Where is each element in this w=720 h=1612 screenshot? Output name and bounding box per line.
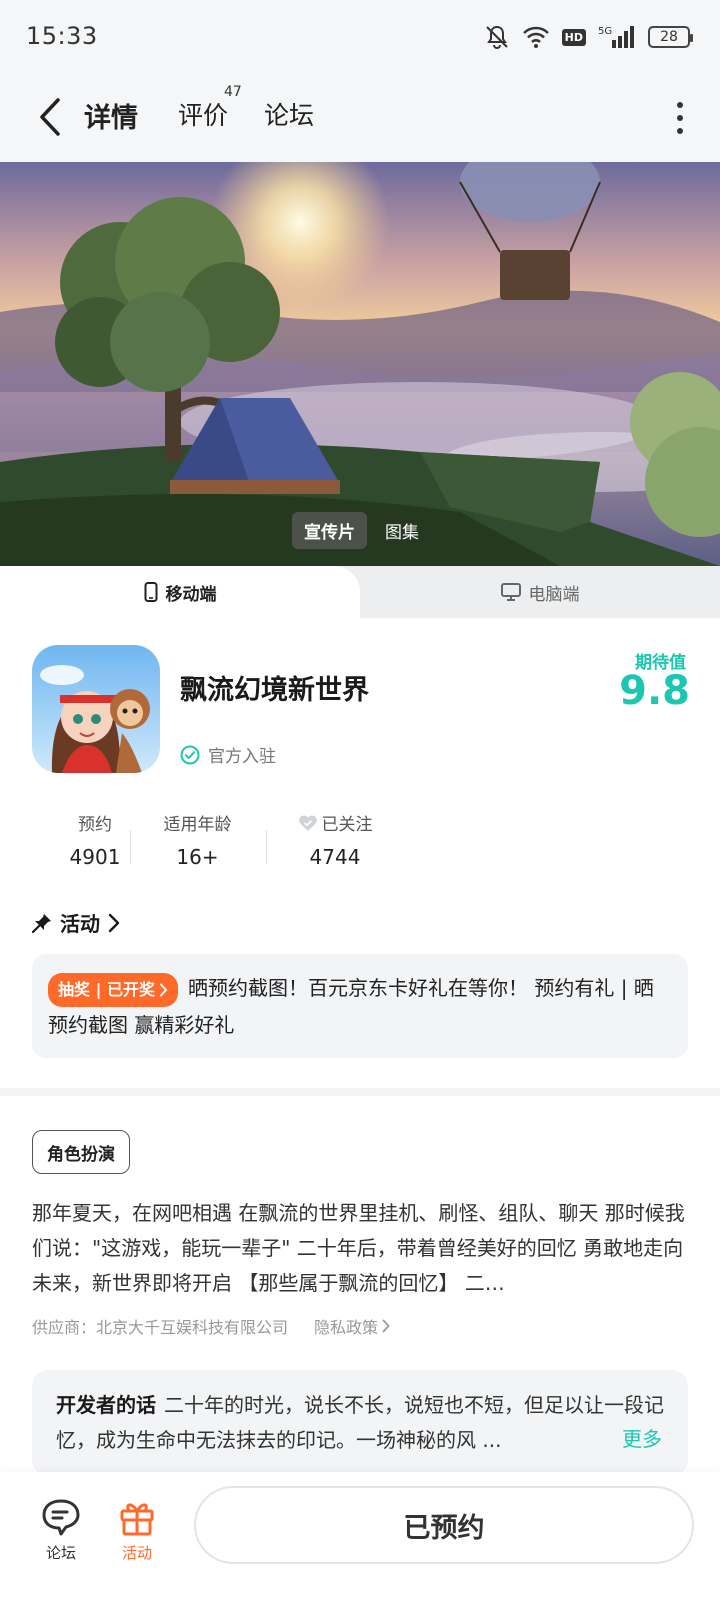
svg-text:5G: 5G [598, 26, 612, 37]
gift-icon [120, 1503, 154, 1536]
developer-note-card[interactable]: 开发者的话 二十年的时光，说长不长，说短也不短，但足以让一段记忆，成为生命中无法抹… [32, 1370, 688, 1476]
notifications-off-icon [485, 25, 508, 49]
more-link[interactable]: 更多 [616, 1423, 662, 1452]
developer-note-title: 开发者的话 [56, 1393, 156, 1417]
tab-forum[interactable]: 论坛 [264, 96, 314, 132]
stat-divider [130, 830, 131, 864]
reviews-count: 47 [224, 84, 242, 100]
chevron-right-icon [382, 1319, 390, 1333]
chevron-right-icon [160, 983, 168, 996]
supplier-text: 供应商：北京大千互娱科技有限公司 [32, 1318, 289, 1337]
back-button[interactable] [30, 92, 70, 142]
status-bar: 15:33 HD 5G 28 [0, 0, 720, 74]
stat-divider [266, 830, 267, 864]
game-description[interactable]: 那年夏天，在网吧相遇 在飘流的世界里挂机、刷怪、组队、聊天 那时候我们说："这游… [32, 1196, 688, 1301]
activity-card[interactable]: 抽奖 | 已开奖 晒预约截图！百元京东卡好礼在等你！ 预约有礼 | 晒预约截图 … [32, 954, 688, 1058]
verified-check-icon [180, 745, 200, 764]
heart-icon [298, 815, 317, 831]
pin-icon [32, 913, 51, 933]
supplier-row: 供应商：北京大千互娱科技有限公司 隐私政策 [32, 1314, 390, 1338]
bottom-activity-button[interactable]: 活动 [102, 1494, 172, 1563]
reserved-button[interactable]: 已预约 [194, 1486, 694, 1564]
banner-illustration [0, 162, 720, 566]
tab-detail[interactable]: 详情 [81, 96, 141, 135]
promo-banner[interactable]: 宣传片 图集 [0, 162, 720, 566]
app-title: 飘流幻境新世界 [180, 675, 369, 706]
platform-tabs: 移动端 电脑端 [0, 566, 720, 618]
phone-icon [144, 582, 157, 602]
media-switch: 宣传片 图集 [292, 512, 431, 549]
activity-section-header[interactable]: 活动 [32, 908, 120, 937]
media-tab-gallery[interactable]: 图集 [373, 512, 431, 549]
stats-row: 预约 4901 适用年龄 16+ 已关注 4744 [0, 810, 720, 890]
more-options-button[interactable] [670, 98, 690, 138]
stat-age-rating: 适用年龄 16+ [163, 815, 232, 869]
status-icons: HD 5G 28 [484, 24, 693, 50]
app-icon [32, 645, 160, 773]
wifi-icon [522, 26, 549, 48]
expect-score: 9.8 [619, 668, 690, 714]
back-arrow-icon [40, 98, 60, 136]
chevron-right-icon [108, 913, 120, 932]
privacy-policy-link[interactable]: 隐私政策 [314, 1314, 390, 1338]
media-tab-video[interactable]: 宣传片 [292, 512, 367, 549]
official-badge: 官方入驻 [180, 742, 276, 767]
stat-reservations: 预约 4901 [69, 815, 121, 869]
signal-icon: 5G [598, 26, 634, 48]
bottom-action-bar: 论坛 活动 已预约 [0, 1472, 720, 1612]
section-divider [0, 1088, 720, 1096]
lottery-badge: 抽奖 | 已开奖 [48, 972, 178, 1007]
hd-badge: HD [561, 28, 586, 46]
top-nav: 详情 评价 47 论坛 [0, 74, 720, 162]
genre-tag[interactable]: 角色扮演 [32, 1130, 130, 1174]
chat-bubble-icon [42, 1499, 80, 1536]
platform-tab-pc[interactable]: 电脑端 [360, 566, 720, 618]
status-time: 15:33 [26, 22, 98, 50]
tab-reviews[interactable]: 评价 47 [178, 84, 242, 132]
platform-tab-mobile[interactable]: 移动端 [0, 566, 360, 618]
stat-followers[interactable]: 已关注 4744 [280, 810, 390, 869]
bottom-forum-button[interactable]: 论坛 [26, 1494, 96, 1563]
battery-indicator: 28 [648, 26, 693, 48]
monitor-icon [500, 583, 521, 601]
